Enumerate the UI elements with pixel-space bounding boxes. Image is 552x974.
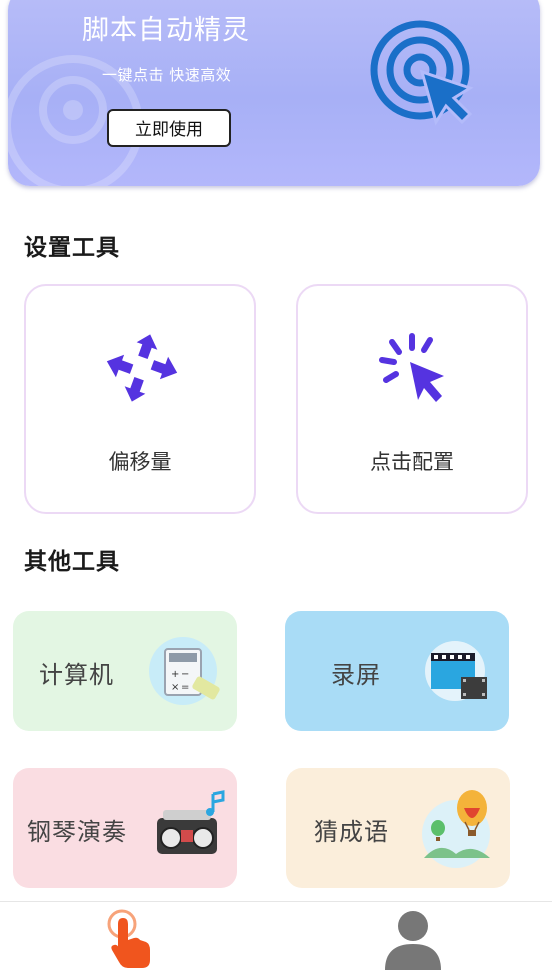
click-config-tool-label: 点击配置 (370, 450, 454, 474)
nav-profile[interactable] (383, 908, 443, 974)
piano-card[interactable]: 钢琴演奏 (13, 768, 237, 888)
banner-title: 脚本自动精灵 (82, 15, 250, 46)
idiom-guess-label: 猜成语 (314, 818, 389, 846)
screen-record-card[interactable]: 录屏 (285, 611, 509, 731)
tap-hand-icon (107, 909, 150, 968)
click-config-tool-card[interactable]: 点击配置 (296, 284, 528, 514)
offset-tool-label: 偏移量 (108, 450, 172, 474)
nav-home[interactable] (104, 908, 154, 974)
screen-record-label: 录屏 (331, 661, 381, 689)
bottom-nav (0, 901, 552, 972)
idiom-guess-card[interactable]: 猜成语 (286, 768, 510, 888)
calculator-card[interactable]: 计算机 + − × = (13, 611, 237, 731)
svg-text:−: − (181, 669, 189, 680)
svg-text:=: = (181, 682, 189, 693)
user-icon (385, 911, 441, 970)
other-tools-heading: 其他工具 (24, 549, 120, 575)
banner-subtitle: 一键点击 快速高效 (102, 66, 232, 84)
target-cursor-icon (370, 20, 474, 126)
click-cursor-icon (379, 333, 444, 402)
screen-record-icon (425, 641, 487, 701)
svg-text:×: × (171, 682, 179, 693)
use-now-button[interactable]: 立即使用 (107, 109, 231, 147)
offset-tool-card[interactable]: 偏移量 (24, 284, 256, 514)
radio-music-icon (157, 790, 225, 854)
calculator-icon: + − × = (149, 637, 220, 705)
piano-label: 钢琴演奏 (27, 818, 127, 846)
move-arrows-icon (106, 334, 178, 402)
svg-text:+: + (171, 669, 179, 680)
promo-banner: 脚本自动精灵 一键点击 快速高效 立即使用 (8, 0, 540, 186)
hot-air-balloon-icon (422, 790, 490, 868)
calculator-label: 计算机 (39, 661, 114, 689)
settings-tools-heading: 设置工具 (24, 235, 120, 261)
